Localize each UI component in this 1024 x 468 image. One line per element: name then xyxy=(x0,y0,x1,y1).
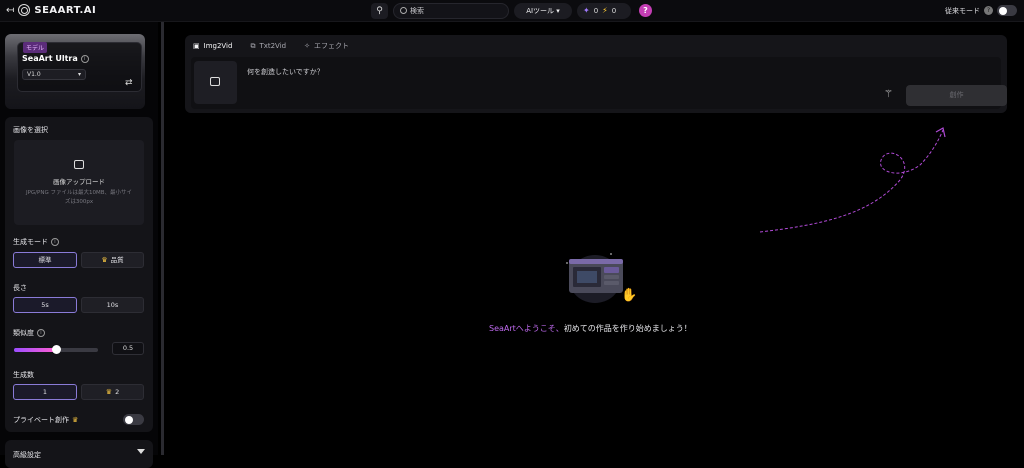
model-card[interactable]: モデル SeaArt Ultra i V1.0 ▾ ⇄ xyxy=(5,34,145,109)
upload-hint: JPG/PNG ファイルは最大10MB、最小サイズは300px xyxy=(25,190,132,205)
decorative-arrow xyxy=(759,127,946,233)
tab-img2vid-label: Img2Vid xyxy=(203,42,233,50)
legacy-mode-label: 従来モード xyxy=(945,6,980,15)
vip-icon: ♛ xyxy=(101,256,108,264)
model-name-text: SeaArt Ultra xyxy=(22,54,78,63)
back-arrow-icon[interactable]: ↤ xyxy=(6,5,14,16)
chevron-down-icon: ▾ xyxy=(77,71,81,78)
tab-img2vid[interactable]: ▣ Img2Vid xyxy=(193,39,238,58)
credits-display[interactable]: ✦ 0 ⚡ 0 xyxy=(577,3,631,19)
length-label: 長さ xyxy=(13,284,27,292)
tab-txt2vid-label: Txt2Vid xyxy=(259,42,287,50)
similarity-text: 類似度 xyxy=(13,329,34,337)
prompt-input[interactable]: 何を創造したいですか？ xyxy=(247,67,324,77)
magic-wand-icon[interactable]: ⚚ xyxy=(884,89,893,100)
model-tag: モデル xyxy=(23,42,48,53)
mode-tabs: ▣ Img2Vid ⧉ Txt2Vid ✧ エフェクト xyxy=(193,39,349,58)
welcome-text: 初めての作品を作り始めましょう！ xyxy=(563,324,692,333)
select-image-label: 画像を選択 xyxy=(13,126,48,134)
mode-quality-label: 品質 xyxy=(110,256,124,264)
filter-icon: ⚲ xyxy=(376,6,383,16)
image-icon xyxy=(74,160,84,169)
tab-txt2vid[interactable]: ⧉ Txt2Vid xyxy=(250,39,286,53)
swap-model-icon[interactable]: ⇄ xyxy=(125,78,133,88)
gem-count: 0 xyxy=(593,7,599,15)
vip-icon: ♛ xyxy=(72,416,79,424)
model-name: SeaArt Ultra i xyxy=(22,54,89,63)
count-2-label: 2 xyxy=(115,388,120,396)
bolt-count: 0 xyxy=(611,7,617,15)
create-button[interactable]: 創作 xyxy=(906,85,1007,106)
legacy-mode: 従来モード ? xyxy=(945,5,1017,16)
mode-standard-button[interactable]: 標準 xyxy=(13,252,77,268)
version-select[interactable]: V1.0 ▾ xyxy=(22,69,86,80)
prompt-area: 何を創造したいですか？ ⚚ 創作 xyxy=(191,57,1007,109)
info-icon[interactable]: i xyxy=(51,238,59,246)
brand-name: SEAART.AI xyxy=(34,4,97,16)
chevron-down-icon: ▾ xyxy=(556,7,560,15)
count-1-button[interactable]: 1 xyxy=(13,384,77,400)
welcome-brand: SeaArtへようこそ、 xyxy=(489,324,564,333)
length-5s-button[interactable]: 5s xyxy=(13,297,77,313)
workspace-panel: ▣ Img2Vid ⧉ Txt2Vid ✧ エフェクト 何を創造したいですか？ … xyxy=(185,35,1007,113)
gem-icon: ✦ xyxy=(583,6,590,15)
tab-effect[interactable]: ✧ エフェクト xyxy=(304,39,349,53)
similarity-slider-fill xyxy=(14,348,56,352)
upload-title: 画像アップロード xyxy=(53,178,105,186)
private-text: プライベート創作 xyxy=(13,416,69,424)
seaart-logo-icon xyxy=(18,4,31,16)
similarity-value-input[interactable]: 0.5 xyxy=(112,342,144,355)
image-upload-area[interactable]: 画像アップロード JPG/PNG ファイルは最大10MB、最小サイズは300px xyxy=(14,140,144,225)
version-value: V1.0 xyxy=(27,71,41,78)
svg-text:✋: ✋ xyxy=(621,287,637,303)
sidebar-scrollbar[interactable] xyxy=(161,22,164,455)
mode-quality-button[interactable]: ♛ 品質 xyxy=(81,252,144,268)
empty-state-illustration: ✋ xyxy=(566,253,637,303)
logo[interactable]: ↤ SEAART.AI xyxy=(6,4,96,16)
search-input[interactable]: 検索 xyxy=(393,3,509,19)
similarity-label: 類似度 i xyxy=(13,328,45,338)
ai-tools-label: AIツール xyxy=(526,7,555,15)
count-label: 生成数 xyxy=(13,371,34,379)
gen-mode-text: 生成モード xyxy=(13,238,48,246)
sparkle-icon: ✧ xyxy=(304,42,310,50)
video-icon: ▣ xyxy=(193,42,200,50)
caret-down-icon xyxy=(137,449,145,454)
top-bar: ↤ SEAART.AI ⚲ 検索 AIツール ▾ ✦ 0 ⚡ 0 ? 従来モード… xyxy=(0,0,1024,22)
advanced-settings-label: 高級設定 xyxy=(13,451,41,459)
tab-effect-label: エフェクト xyxy=(313,42,349,50)
length-10s-button[interactable]: 10s xyxy=(81,297,144,313)
private-toggle[interactable] xyxy=(123,414,144,425)
similarity-slider-handle[interactable] xyxy=(51,345,61,354)
search-icon xyxy=(400,7,407,14)
vip-icon: ♛ xyxy=(105,388,113,396)
help-button[interactable]: ? xyxy=(639,4,652,17)
welcome-message: SeaArtへようこそ、初めての作品を作り始めましょう！ xyxy=(489,323,692,334)
gen-mode-label: 生成モード i xyxy=(13,237,59,247)
search-placeholder: 検索 xyxy=(410,7,424,15)
advanced-settings[interactable]: 高級設定 xyxy=(5,440,153,468)
sidebar: モデル SeaArt Ultra i V1.0 ▾ ⇄ 画像を選択 画像アップロー… xyxy=(0,22,158,468)
similarity-slider[interactable] xyxy=(14,345,98,354)
info-icon[interactable]: i xyxy=(37,329,45,337)
text-video-icon: ⧉ xyxy=(250,41,256,50)
image-icon xyxy=(210,77,220,86)
ai-tools-dropdown[interactable]: AIツール ▾ xyxy=(514,3,572,19)
count-2-button[interactable]: ♛ 2 xyxy=(81,384,144,400)
image-slot[interactable] xyxy=(194,61,237,104)
legacy-mode-toggle[interactable] xyxy=(997,5,1017,16)
bolt-icon: ⚡ xyxy=(602,6,608,15)
settings-panel: 画像を選択 画像アップロード JPG/PNG ファイルは最大10MB、最小サイズ… xyxy=(5,117,153,432)
question-icon[interactable]: ? xyxy=(984,6,993,15)
info-icon[interactable]: i xyxy=(80,54,89,63)
filter-button[interactable]: ⚲ xyxy=(371,3,388,19)
private-label: プライベート創作 ♛ xyxy=(13,415,81,425)
